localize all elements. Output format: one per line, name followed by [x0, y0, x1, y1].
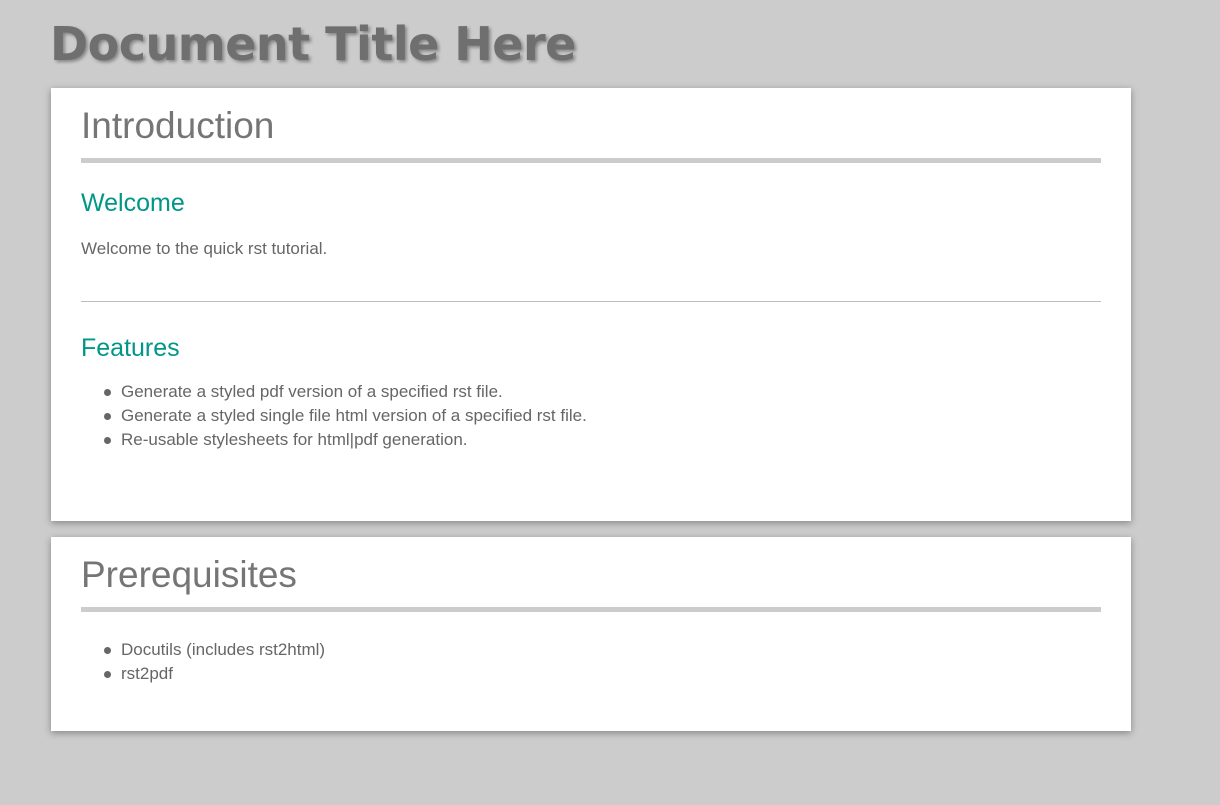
welcome-paragraph: Welcome to the quick rst tutorial.: [81, 239, 328, 258]
section-divider: [81, 301, 1101, 302]
introduction-heading: Introduction: [81, 88, 1101, 163]
list-item: Docutils (includes rst2html): [104, 638, 1101, 662]
features-heading: Features: [81, 334, 180, 362]
bullet-icon: [104, 671, 111, 678]
document-title: Document Title Here: [50, 17, 576, 71]
list-item: Generate a styled single file html versi…: [104, 404, 1101, 428]
welcome-heading: Welcome: [81, 189, 185, 217]
introduction-section: Introduction Welcome Welcome to the quic…: [51, 88, 1131, 521]
bullet-icon: [104, 413, 111, 420]
list-item-text: Generate a styled single file html versi…: [121, 406, 587, 425]
prerequisites-list: Docutils (includes rst2html) rst2pdf: [81, 638, 1101, 686]
prerequisites-section: Prerequisites Docutils (includes rst2htm…: [51, 537, 1131, 731]
bullet-icon: [104, 389, 111, 396]
list-item-text: rst2pdf: [121, 664, 173, 683]
list-item: Generate a styled pdf version of a speci…: [104, 380, 1101, 404]
list-item-text: Generate a styled pdf version of a speci…: [121, 382, 503, 401]
list-item: Re-usable stylesheets for html|pdf gener…: [104, 428, 1101, 452]
features-list: Generate a styled pdf version of a speci…: [81, 380, 1101, 452]
bullet-icon: [104, 437, 111, 444]
list-item: rst2pdf: [104, 662, 1101, 686]
list-item-text: Re-usable stylesheets for html|pdf gener…: [121, 430, 468, 449]
bullet-icon: [104, 647, 111, 654]
prerequisites-heading: Prerequisites: [81, 537, 1101, 612]
list-item-text: Docutils (includes rst2html): [121, 640, 326, 659]
